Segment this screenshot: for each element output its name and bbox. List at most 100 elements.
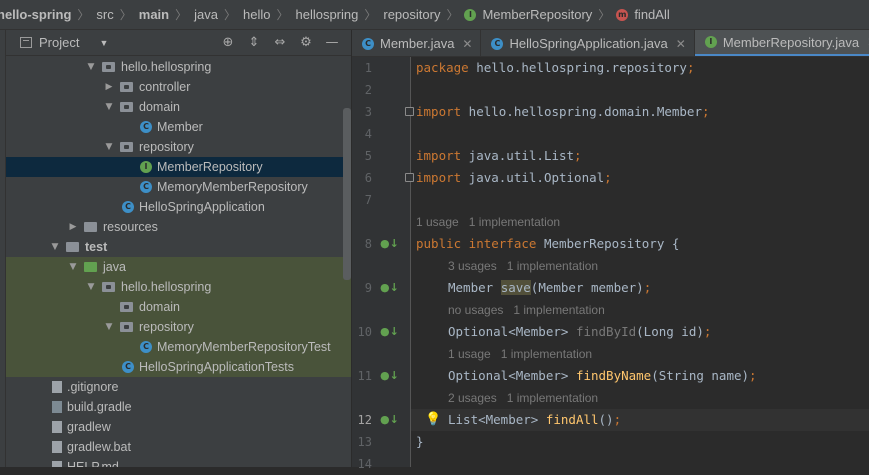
close-icon[interactable]: ✕ [676,37,686,51]
implemented-by-icon[interactable]: ●↓ [380,365,399,387]
line-number: 7 [364,193,372,207]
breadcrumb-main[interactable]: main [139,7,169,22]
tree-item[interactable]: gradlew.bat [6,437,351,457]
tab-hellospringapplication-java[interactable]: C HelloSpringApplication.java ✕ [481,30,695,56]
code-vision-hint[interactable]: 1 usage 1 implementation [448,343,592,365]
code-line-close-brace: } [416,434,424,449]
breadcrumb-src[interactable]: src [96,7,113,22]
method-icon: m [616,8,629,21]
code-vision-hint[interactable]: 3 usages 1 implementation [448,255,598,277]
breadcrumb-separator: 〉 [175,8,188,22]
semicolon: ; [613,412,622,427]
tree-item[interactable]: domain [6,297,351,317]
semicolon: ; [703,324,712,339]
tree-item-selected[interactable]: I MemberRepository [6,157,351,177]
chevron-right-icon[interactable]: ▶ [68,217,78,237]
method-name: findByName [575,368,652,383]
code-line-import: import hello.hellospring.domain.Member; [416,101,710,123]
tree-item[interactable]: ▼ hello.hellospring [6,57,351,77]
fold-marker-icon[interactable] [405,173,414,182]
gear-icon[interactable]: ⚙ [293,33,319,53]
scrollbar[interactable] [343,108,351,280]
tree-item[interactable]: ▼ hello.hellospring [6,277,351,297]
tab-memberrepository-java[interactable]: I MemberRepository.java ✕ [694,30,869,56]
package-folder-icon [102,282,115,292]
collapse-all-icon[interactable]: ⇔ [267,33,293,53]
chevron-down-icon[interactable]: ▼ [68,257,78,277]
tree-item[interactable]: C MemoryMemberRepositoryTest [6,337,351,357]
project-tree: ▼ hello.hellospring ▶ controller ▼ domai… [6,57,351,467]
chevron-down-icon[interactable]: ▼ [99,38,108,48]
code-vision-hint[interactable]: 1 usage 1 implementation [416,211,560,233]
code-vision-hint[interactable]: 2 usages 1 implementation [448,387,598,409]
breadcrumb-separator: 〉 [119,8,132,22]
breadcrumb-findall[interactable]: findAll [634,7,669,22]
tree-item[interactable]: .gitignore [6,377,351,397]
breadcrumb-memberrepository[interactable]: MemberRepository [482,7,592,22]
implemented-by-icon[interactable]: ●↓ [380,277,399,299]
tree-item-label: repository [139,140,194,154]
tree-item-label: hello.hellospring [121,60,212,74]
line-number: 10 [357,325,372,339]
package-folder-icon [120,82,133,92]
chevron-down-icon[interactable]: ▼ [104,97,114,117]
tree-item[interactable]: C Member [6,117,351,137]
project-panel-title[interactable]: Project [39,35,79,50]
tree-item[interactable]: ▼ java [6,257,351,277]
lightbulb-icon[interactable]: 💡 [425,409,441,431]
semicolon: ; [749,368,757,383]
tree-item[interactable]: HELP.md [6,457,351,467]
tree-item[interactable]: C HelloSpringApplicationTests [6,357,351,377]
interface-icon: I [464,8,477,21]
implemented-by-icon[interactable]: ●↓ [380,233,399,255]
expand-all-icon[interactable]: ⇕ [241,33,267,53]
code-line-package: package hello.hellospring.repository; [416,57,694,79]
tree-item[interactable]: build.gradle [6,397,351,417]
chevron-right-icon[interactable]: ▶ [104,77,114,97]
close-icon[interactable]: ✕ [462,37,472,51]
project-panel-header: Project ▼ ⊕ ⇕ ⇔ ⚙ — [6,30,351,56]
gradle-file-icon [52,401,62,413]
locate-file-icon[interactable]: ⊕ [215,33,241,53]
code-vision-hint[interactable]: no usages 1 implementation [448,299,605,321]
minimize-icon[interactable]: — [319,33,345,53]
tab-label: HelloSpringApplication.java [509,36,668,51]
navigation-breadcrumb: hello-spring 〉 src 〉 main 〉 java 〉 hello… [0,0,869,30]
tab-label: Member.java [380,36,455,51]
breadcrumb-repository[interactable]: repository [383,7,440,22]
chevron-down-icon[interactable]: ▼ [104,137,114,157]
implemented-by-icon[interactable]: ●↓ [380,321,399,343]
tree-item[interactable]: ▶ resources [6,217,351,237]
tab-member-java[interactable]: C Member.java ✕ [352,30,482,56]
breadcrumb-java[interactable]: java [194,7,218,22]
breadcrumb-hello[interactable]: hello [243,7,270,22]
tree-item[interactable]: C MemoryMemberRepository [6,177,351,197]
code-text: (String name) [651,368,750,383]
package-folder-icon [120,102,133,112]
breadcrumb-project[interactable]: hello-spring [0,7,71,22]
tab-label: MemberRepository.java [722,34,860,50]
implemented-by-icon[interactable]: ●↓ [380,409,399,431]
code-text: MemberRepository { [536,236,680,251]
tree-item-label: build.gradle [67,400,132,414]
test-folder-icon [84,262,97,272]
chevron-down-icon[interactable]: ▼ [50,237,60,257]
tree-item[interactable]: C HelloSpringApplication [6,197,351,217]
tree-item-label: Member [157,120,203,134]
code-line-method: List<Member> findAll(); [448,409,621,431]
tree-item[interactable]: ▼ repository [6,317,351,337]
tree-item[interactable]: ▼ domain [6,97,351,117]
breadcrumb-hellospring[interactable]: hellospring [295,7,358,22]
tree-item[interactable]: ▶ controller [6,77,351,97]
chevron-down-icon[interactable]: ▼ [104,317,114,337]
fold-marker-icon[interactable] [405,107,414,116]
code-line-method: Optional<Member> findByName(String name)… [448,365,757,387]
tree-item[interactable]: gradlew [6,417,351,437]
breadcrumb-separator: 〉 [364,8,377,22]
keyword: public interface [416,236,537,251]
chevron-down-icon[interactable]: ▼ [86,57,96,77]
file-icon [52,461,62,467]
tree-item[interactable]: ▼ test [6,237,351,257]
tree-item[interactable]: ▼ repository [6,137,351,157]
chevron-down-icon[interactable]: ▼ [86,277,96,297]
